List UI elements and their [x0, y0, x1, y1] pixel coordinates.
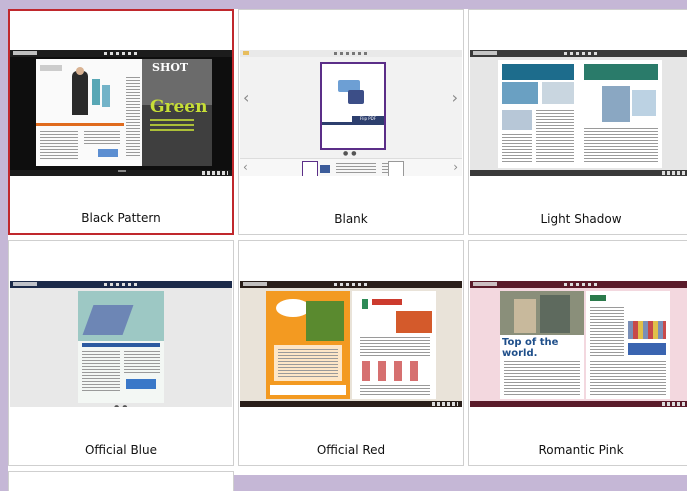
theme-tile-official-red[interactable]: Official Red	[238, 240, 464, 466]
theme-preview-light-shadow	[470, 50, 687, 176]
theme-preview-official-red	[240, 281, 462, 407]
theme-tile-blank[interactable]: ‹ › Flip PDF ●● ‹ › Blank	[238, 9, 464, 235]
theme-name: Blank	[334, 212, 368, 226]
theme-preview-official-blue: ●●	[10, 281, 232, 407]
theme-name: Black Pattern	[81, 211, 161, 225]
theme-tile-official-blue[interactable]: ●● Official Blue	[8, 240, 234, 466]
next-page-icon: ›	[451, 88, 458, 107]
theme-name: Romantic Pink	[538, 443, 624, 457]
cover-headline: Top of the world.	[502, 337, 559, 359]
theme-preview-black-pattern: SHOT Green	[10, 50, 232, 176]
theme-tile-romantic-pink[interactable]: Top of the world. Romantic Pink	[468, 240, 687, 466]
theme-tile-light-shadow[interactable]: Light Shadow	[468, 9, 687, 235]
theme-name: Light Shadow	[540, 212, 622, 226]
theme-preview-romantic-pink: Top of the world.	[470, 281, 687, 407]
theme-name: Official Blue	[84, 443, 158, 457]
cover-subhead: SHOT	[152, 61, 189, 74]
theme-name: Official Red	[316, 443, 386, 457]
theme-gallery: SHOT Green Black Pattern ‹ › Flip PDF ●●…	[8, 9, 687, 491]
theme-tile-next-row[interactable]	[8, 471, 234, 491]
theme-tile-black-pattern[interactable]: SHOT Green Black Pattern	[8, 9, 234, 235]
cover-headline: Green	[150, 97, 208, 117]
prev-page-icon: ‹	[243, 88, 250, 107]
theme-preview-blank: ‹ › Flip PDF ●● ‹ ›	[240, 50, 462, 176]
